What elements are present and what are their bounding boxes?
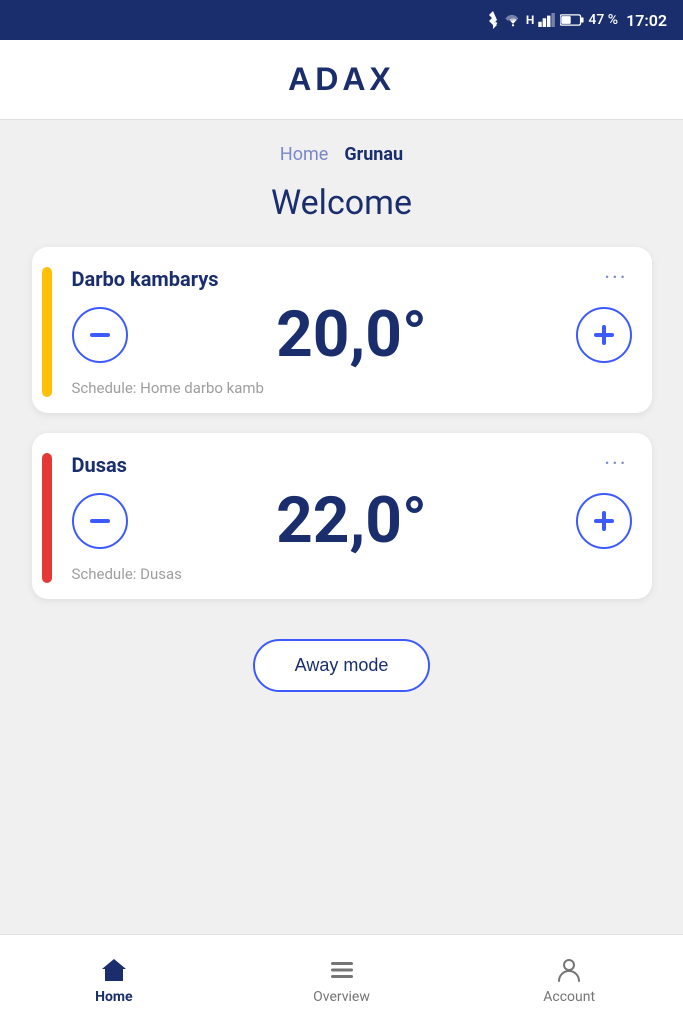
breadcrumb: Home Grunau bbox=[280, 144, 403, 165]
temperature-2: 22,0° bbox=[276, 489, 427, 553]
decrease-temp-1[interactable] bbox=[72, 307, 128, 363]
decrease-temp-2[interactable] bbox=[72, 493, 128, 549]
schedule-2: Schedule: Dusas bbox=[72, 565, 632, 583]
increase-temp-2[interactable] bbox=[576, 493, 632, 549]
main-content: Home Grunau Welcome Darbo kambarys ··· 2… bbox=[0, 120, 683, 934]
nav-item-home[interactable]: Home bbox=[0, 935, 228, 1024]
increase-temp-1[interactable] bbox=[576, 307, 632, 363]
nav-label-account: Account bbox=[543, 989, 595, 1005]
nav-label-home: Home bbox=[95, 989, 132, 1005]
home-icon bbox=[99, 955, 129, 985]
wifi-icon bbox=[504, 13, 522, 27]
signal-bars-icon bbox=[538, 13, 556, 27]
card-body-1: Darbo kambarys ··· 20,0° Schedule: Hom bbox=[72, 267, 632, 397]
bottom-nav: Home Overview Account bbox=[0, 934, 683, 1024]
welcome-title: Welcome bbox=[271, 183, 412, 223]
battery-icon bbox=[560, 13, 584, 27]
card-accent-2 bbox=[42, 453, 52, 583]
status-time: 17:02 bbox=[626, 11, 667, 30]
app-logo: ADAX bbox=[288, 61, 395, 98]
device-card-2: Dusas ··· 22,0° Schedule: Dusas bbox=[32, 433, 652, 599]
battery-percent: 47 % bbox=[588, 12, 618, 28]
nav-label-overview: Overview bbox=[313, 989, 370, 1005]
temperature-1: 20,0° bbox=[276, 303, 427, 367]
card-accent-1 bbox=[42, 267, 52, 397]
away-mode-container: Away mode bbox=[253, 639, 431, 692]
device-name-2: Dusas bbox=[72, 453, 127, 477]
breadcrumb-current[interactable]: Grunau bbox=[344, 144, 403, 165]
more-button-2[interactable]: ··· bbox=[600, 454, 631, 476]
nav-item-overview[interactable]: Overview bbox=[228, 935, 456, 1024]
more-button-1[interactable]: ··· bbox=[600, 268, 631, 290]
account-icon bbox=[554, 955, 584, 985]
breadcrumb-parent[interactable]: Home bbox=[280, 144, 328, 165]
card-controls-2: 22,0° bbox=[72, 489, 632, 553]
away-mode-button[interactable]: Away mode bbox=[253, 639, 431, 692]
status-bar: H 47 % 17:02 bbox=[0, 0, 683, 40]
card-header-1: Darbo kambarys ··· bbox=[72, 267, 632, 291]
card-controls-1: 20,0° bbox=[72, 303, 632, 367]
card-body-2: Dusas ··· 22,0° Schedule: Dusas bbox=[72, 453, 632, 583]
bluetooth-icon bbox=[486, 11, 500, 29]
card-header-2: Dusas ··· bbox=[72, 453, 632, 477]
schedule-1: Schedule: Home darbo kamb bbox=[72, 379, 632, 397]
overview-icon bbox=[327, 955, 357, 985]
nav-item-account[interactable]: Account bbox=[455, 935, 683, 1024]
device-card-1: Darbo kambarys ··· 20,0° Schedule: Hom bbox=[32, 247, 652, 413]
signal-type: H bbox=[526, 13, 534, 27]
device-name-1: Darbo kambarys bbox=[72, 267, 219, 291]
app-header: ADAX bbox=[0, 40, 683, 120]
status-icons: H 47 % 17:02 bbox=[486, 11, 667, 30]
